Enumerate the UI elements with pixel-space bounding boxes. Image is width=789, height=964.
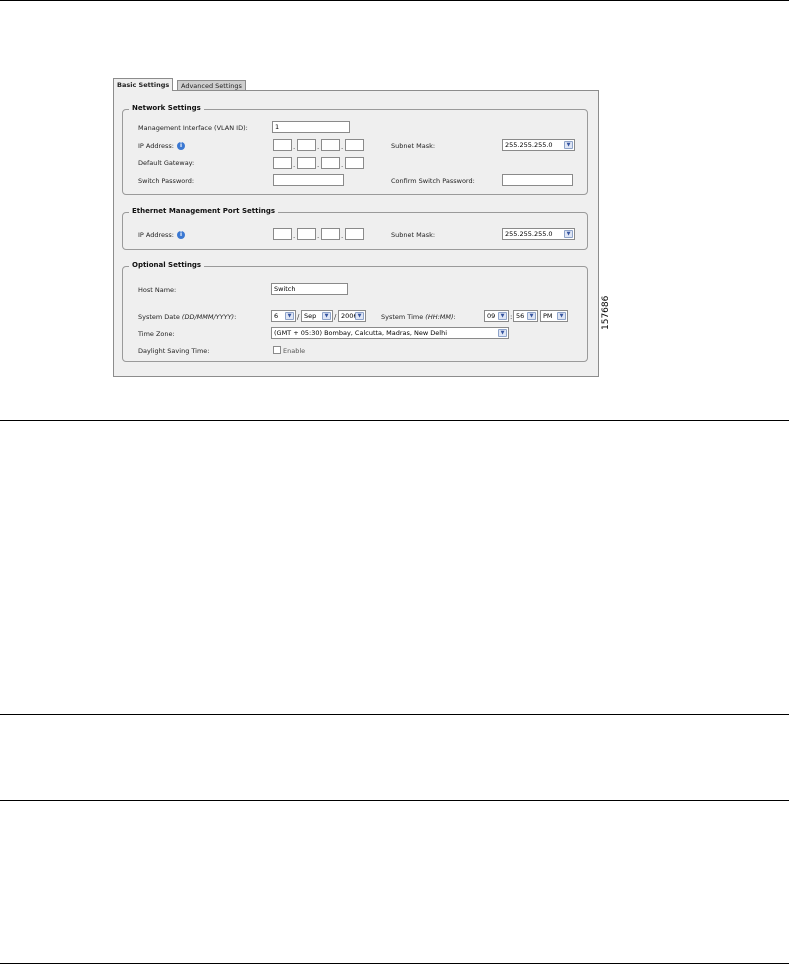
chevron-down-icon: ▼ <box>557 312 566 320</box>
ethernet-settings-legend: Ethernet Management Port Settings <box>129 207 279 215</box>
system-date-format: (DD/MMM/YYYY) <box>181 313 235 321</box>
ethernet-subnet-select[interactable]: 255.255.255.0 ▼ <box>502 228 575 240</box>
eth-ip-octet-3[interactable] <box>321 228 340 240</box>
ampm-value: PM <box>543 312 553 320</box>
label-colon: : <box>234 313 237 321</box>
subnet-mask-value: 255.255.255.0 <box>505 141 553 149</box>
gateway-octet-3[interactable] <box>321 157 340 169</box>
gateway-octet-1[interactable] <box>273 157 292 169</box>
tab-basic-settings[interactable]: Basic Settings <box>113 78 174 91</box>
subnet-mask-select[interactable]: 255.255.255.0 ▼ <box>502 139 575 151</box>
chevron-down-icon: ▼ <box>498 329 507 337</box>
month-value: Sep <box>304 312 317 320</box>
host-name-label: Host Name: <box>138 286 177 294</box>
time-zone-select[interactable]: (GMT + 05:30) Bombay, Calcutta, Madras, … <box>271 327 509 339</box>
ip-address-label-text: IP Address: <box>138 142 174 150</box>
divider-rule <box>0 714 789 715</box>
subnet-mask-label: Subnet Mask: <box>391 142 436 150</box>
octet-dot: . <box>341 161 344 169</box>
time-zone-label: Time Zone: <box>138 330 175 338</box>
network-settings-legend: Network Settings <box>129 104 204 112</box>
network-settings-group: Network Settings Management Interface (V… <box>122 104 588 195</box>
ethernet-settings-group: Ethernet Management Port Settings IP Add… <box>122 207 588 250</box>
hour-value: 09 <box>487 312 496 320</box>
time-zone-value: (GMT + 05:30) Bombay, Calcutta, Madras, … <box>274 329 448 337</box>
ip-octet-1[interactable] <box>273 139 292 151</box>
minute-value: 56 <box>516 312 525 320</box>
chevron-down-icon: ▼ <box>285 312 294 320</box>
ip-octet-2[interactable] <box>297 139 316 151</box>
ampm-select[interactable]: PM ▼ <box>540 310 568 322</box>
minute-select[interactable]: 56 ▼ <box>513 310 538 322</box>
dst-enable-checkbox[interactable] <box>273 346 281 354</box>
divider-rule <box>0 800 789 801</box>
ethernet-subnet-label: Subnet Mask: <box>391 231 436 239</box>
hour-select[interactable]: 09 ▼ <box>484 310 509 322</box>
day-select[interactable]: 6 ▼ <box>271 310 296 322</box>
eth-ip-octet-2[interactable] <box>297 228 316 240</box>
ip-octet-4[interactable] <box>345 139 364 151</box>
settings-window: Basic Settings Advanced Settings Network… <box>113 78 599 378</box>
day-value: 6 <box>274 312 279 320</box>
month-select[interactable]: Sep ▼ <box>301 310 333 322</box>
chevron-down-icon: ▼ <box>564 230 573 238</box>
chevron-down-icon: ▼ <box>322 312 331 320</box>
ip-octet-3[interactable] <box>321 139 340 151</box>
octet-dot: . <box>293 161 296 169</box>
figure-id: 157686 <box>601 295 611 330</box>
info-icon[interactable]: i <box>176 231 185 239</box>
ethernet-ip-label-text: IP Address: <box>138 231 174 239</box>
time-separator: : <box>510 313 513 321</box>
chevron-down-icon: ▼ <box>564 141 573 149</box>
settings-panel: Network Settings Management Interface (V… <box>113 90 599 377</box>
year-select[interactable]: 2006 ▼ <box>338 310 366 322</box>
system-time-format: (HH:MM) <box>425 313 454 321</box>
switch-password-input[interactable] <box>273 174 344 186</box>
system-time-label: System Time (HH:MM): <box>381 313 456 321</box>
system-date-label-text: System Date <box>138 313 182 321</box>
date-separator: / <box>297 313 300 321</box>
eth-ip-octet-1[interactable] <box>273 228 292 240</box>
dst-enable-label: Enable <box>283 347 306 355</box>
system-time-label-text: System Time <box>381 313 426 321</box>
optional-settings-legend: Optional Settings <box>129 261 205 269</box>
octet-dot: . <box>293 232 296 240</box>
label-colon: : <box>453 313 456 321</box>
divider-rule <box>0 420 789 421</box>
default-gateway-label: Default Gateway: <box>138 159 195 167</box>
date-separator: / <box>334 313 337 321</box>
octet-dot: . <box>317 143 320 151</box>
confirm-password-input[interactable] <box>502 174 573 186</box>
octet-dot: . <box>293 143 296 151</box>
chevron-down-icon: ▼ <box>527 312 536 320</box>
chevron-down-icon: ▼ <box>355 312 364 320</box>
gateway-octet-2[interactable] <box>297 157 316 169</box>
top-rule <box>0 0 789 1</box>
ethernet-subnet-value: 255.255.255.0 <box>505 230 553 238</box>
optional-settings-group: Optional Settings Host Name: Switch Syst… <box>122 261 588 362</box>
info-icon[interactable]: i <box>176 142 185 150</box>
gateway-octet-4[interactable] <box>345 157 364 169</box>
mgmt-interface-label: Management Interface (VLAN ID): <box>138 124 248 132</box>
octet-dot: . <box>317 232 320 240</box>
mgmt-interface-input[interactable]: 1 <box>272 121 350 133</box>
eth-ip-octet-4[interactable] <box>345 228 364 240</box>
system-date-label: System Date (DD/MMM/YYYY): <box>138 313 236 321</box>
octet-dot: . <box>341 143 344 151</box>
confirm-password-label: Confirm Switch Password: <box>391 177 475 185</box>
chevron-down-icon: ▼ <box>498 312 507 320</box>
daylight-saving-label: Daylight Saving Time: <box>138 347 210 355</box>
ethernet-ip-label: IP Address: i <box>138 231 185 239</box>
octet-dot: . <box>341 232 344 240</box>
host-name-input[interactable]: Switch <box>271 283 348 295</box>
octet-dot: . <box>317 161 320 169</box>
ip-address-label: IP Address: i <box>138 142 185 150</box>
switch-password-label: Switch Password: <box>138 177 195 185</box>
